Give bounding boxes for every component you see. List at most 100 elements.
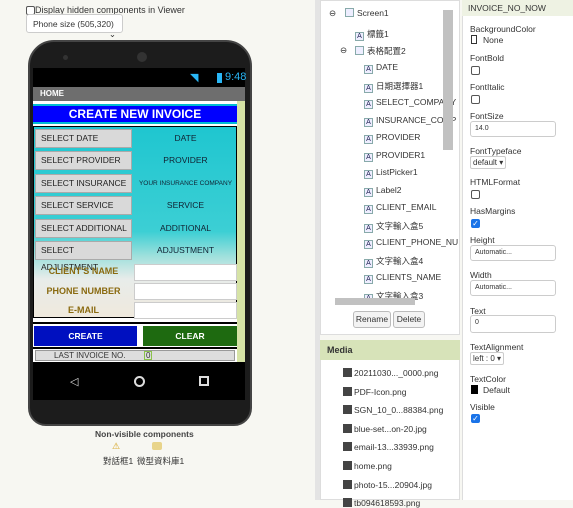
height-input[interactable]: Automatic... <box>470 245 556 261</box>
clear-button[interactable]: CLEAR <box>143 326 237 346</box>
phone-number-input[interactable] <box>134 283 237 300</box>
color-swatch[interactable] <box>471 35 477 44</box>
phone-size-select[interactable]: Phone size (505,320) ⌄ <box>26 14 123 39</box>
tree-item-label: CLIENT_EMAIL <box>376 202 437 212</box>
database-icon <box>152 442 162 450</box>
divider <box>33 347 237 349</box>
scroll-strip <box>237 101 245 362</box>
textalignment-select[interactable]: left : 0 ▾ <box>470 352 505 365</box>
nonvisible-item[interactable]: 對話框1 <box>103 455 133 467</box>
speaker-icon <box>63 55 68 60</box>
media-item[interactable]: home.png <box>343 461 392 471</box>
media-item[interactable]: SGN_10_0...88384.png <box>343 405 443 415</box>
tree-item[interactable]: A CLIENTS_NAME <box>364 272 441 284</box>
selected-value: default <box>473 158 498 167</box>
last-invoice-value: 0 <box>144 351 153 360</box>
fontbold-checkbox[interactable] <box>471 66 480 76</box>
tree-item[interactable]: A PROVIDER1 <box>364 150 425 162</box>
component-icon: A <box>364 152 373 162</box>
select-insurance-button[interactable]: SELECT INSURANCE <box>35 174 132 193</box>
media-item[interactable]: blue-set...on-20.jpg <box>343 423 427 434</box>
tree-item[interactable]: A Label2 <box>364 185 402 197</box>
select-provider-button[interactable]: SELECT PROVIDER <box>35 151 132 170</box>
media-filename: blue-set...on-20.jpg <box>354 423 427 434</box>
vertical-scrollbar[interactable] <box>443 10 453 150</box>
typeface-select[interactable]: default ▾ <box>470 156 507 169</box>
media-header: Media <box>320 340 460 360</box>
delete-button[interactable]: Delete <box>393 311 425 328</box>
media-item[interactable]: email-13...33939.png <box>343 442 434 452</box>
prop-label: TextColor <box>470 374 506 384</box>
tree-item[interactable]: A DATE <box>364 62 398 74</box>
media-item[interactable]: PDF-Icon.png <box>343 386 407 397</box>
component-icon: A <box>364 275 373 284</box>
prop-label: Visible <box>470 402 495 412</box>
hasmargins-checkbox[interactable]: ✓ <box>471 219 480 229</box>
tree-item-label: CLIENTS_NAME <box>376 272 442 282</box>
prop-label: HTMLFormat <box>470 177 521 187</box>
select-date-button[interactable]: SELECT DATE <box>35 129 132 148</box>
tree-item[interactable]: A CLIENT_PHONE_NU <box>364 237 458 249</box>
client-name-input[interactable] <box>134 264 237 281</box>
tree-item-label: PROVIDER1 <box>376 149 426 160</box>
text-input[interactable]: 0 <box>470 315 556 333</box>
nonvisible-item[interactable]: 微型資料庫1 <box>137 455 184 467</box>
recents-icon[interactable] <box>199 376 209 386</box>
htmlformat-checkbox[interactable] <box>471 190 480 200</box>
tree-item[interactable]: A CLIENT_EMAIL <box>364 202 436 214</box>
tree-item[interactable]: A 文字輸入盒5 <box>364 220 423 233</box>
bg-color-value[interactable]: None <box>483 35 503 45</box>
selected-value: Phone size (505,320) <box>33 19 114 29</box>
rename-button[interactable]: Rename <box>353 311 391 328</box>
clock: 9:48 <box>225 71 247 83</box>
color-swatch[interactable] <box>471 385 478 394</box>
media-filename: photo-15...20904.jpg <box>354 479 432 490</box>
horizontal-scrollbar[interactable] <box>335 298 415 305</box>
provider-value: PROVIDER <box>163 155 208 165</box>
tree-item[interactable]: A 日期選擇器1 <box>364 80 423 93</box>
image-icon <box>343 479 352 489</box>
image-icon <box>343 442 352 452</box>
textcolor-value[interactable]: Default <box>483 385 510 395</box>
tree-item[interactable]: A 標籤1 <box>355 28 389 41</box>
select-additional-button[interactable]: SELECT ADDITIONAL <box>35 219 132 238</box>
select-service-button[interactable]: SELECT SERVICE <box>35 196 132 215</box>
media-item[interactable]: photo-15...20904.jpg <box>343 479 432 490</box>
media-filename: PDF-Icon.png <box>354 386 407 397</box>
component-icon: A <box>364 205 373 214</box>
title-bar: HOME <box>33 87 245 101</box>
component-icon <box>355 46 364 55</box>
tree-item[interactable]: 表格配置2 <box>355 45 406 57</box>
component-icon: A <box>364 100 373 109</box>
prop-label: FontItalic <box>470 82 505 92</box>
tree-item[interactable]: A PROVIDER <box>364 132 420 144</box>
fontsize-input[interactable]: 14.0 <box>470 121 556 137</box>
tree-item-label: 文字輸入盒5 <box>376 220 424 231</box>
email-input[interactable] <box>134 302 237 319</box>
width-input[interactable]: Automatic... <box>470 280 556 296</box>
fontitalic-checkbox[interactable] <box>471 95 480 105</box>
prop-label: TextAlignment <box>470 342 524 352</box>
date-value: DATE <box>174 133 197 143</box>
back-icon[interactable]: ◁ <box>70 375 78 388</box>
component-icon: A <box>364 83 373 93</box>
collapse-icon[interactable]: ⊖ <box>329 8 336 19</box>
select-adjustment-button[interactable]: SELECT ADJUSTMENT <box>35 241 132 272</box>
collapse-icon[interactable]: ⊖ <box>340 45 347 56</box>
visible-checkbox[interactable]: ✓ <box>471 414 480 424</box>
media-filename: 20211030..._0000.png <box>354 368 439 378</box>
media-item[interactable]: 20211030..._0000.png <box>343 368 438 378</box>
tree-item[interactable]: Screen1 <box>345 8 389 18</box>
tree-item[interactable]: A ListPicker1 <box>364 167 418 179</box>
last-invoice-row: LAST INVOICE NO. 0 <box>35 350 235 361</box>
tree-item[interactable]: A 文字輸入盒4 <box>364 255 423 268</box>
prop-label: HasMargins <box>470 206 516 216</box>
create-button[interactable]: CREATE <box>34 326 137 346</box>
prop-label: FontBold <box>470 53 505 63</box>
component-icon: A <box>364 135 373 144</box>
camera-icon <box>137 52 147 62</box>
tree-item-label: PROVIDER <box>376 132 421 142</box>
home-icon[interactable] <box>134 376 145 387</box>
nonvisible-title: Non-visible components <box>95 429 194 439</box>
prop-label: BackgroundColor <box>470 24 536 34</box>
